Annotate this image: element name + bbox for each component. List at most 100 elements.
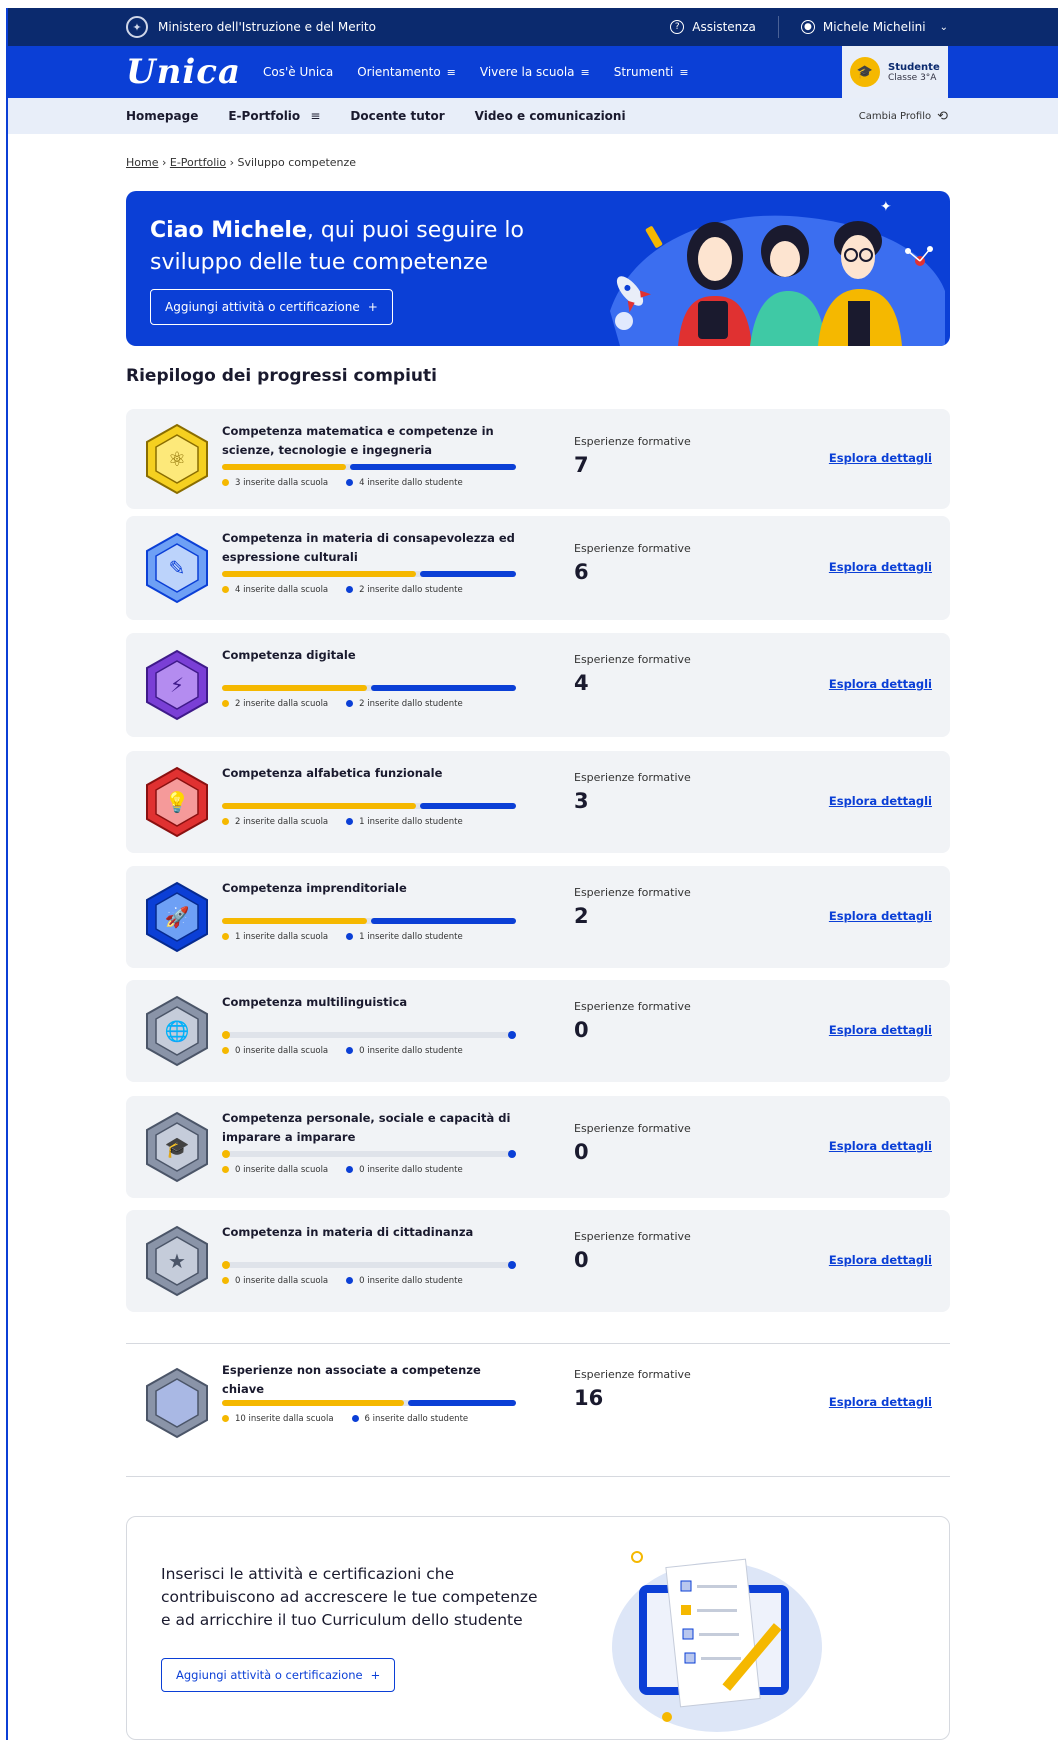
assistance-link[interactable]: ? Assistenza bbox=[670, 20, 756, 34]
add-activity-button-bottom[interactable]: Aggiungi attività o certificazione + bbox=[161, 1658, 396, 1692]
school-dot bbox=[222, 479, 229, 486]
student-dot bbox=[346, 1166, 354, 1173]
explore-details-link[interactable]: Esplora dettagli bbox=[829, 451, 932, 465]
explore-details-link[interactable]: Esplora dettagli bbox=[829, 1023, 932, 1037]
nav-label: Strumenti bbox=[613, 65, 674, 79]
subnav-docente-tutor[interactable]: Docente tutor bbox=[350, 109, 444, 123]
student-count: 2 inserite dallo studente bbox=[359, 699, 463, 709]
experiences-label: Esperienze formative bbox=[574, 1122, 691, 1135]
experiences-label: Esperienze formative bbox=[574, 1000, 691, 1013]
add-activity-text: Inserisci le attività e certificazioni c… bbox=[161, 1565, 538, 1629]
svg-text:⚛: ⚛ bbox=[168, 447, 186, 471]
explore-details-link[interactable]: Esplora dettagli bbox=[829, 1139, 932, 1153]
add-activity-button-hero[interactable]: Aggiungi attività o certificazione + bbox=[150, 289, 393, 325]
easel-icon: ✎ bbox=[146, 532, 208, 604]
school-count: 0 inserite dalla scuola bbox=[235, 1046, 329, 1056]
unica-logo[interactable]: Unica bbox=[126, 52, 241, 92]
competence-name: Competenza in materia di consapevolezza … bbox=[222, 531, 515, 564]
explore-details-link[interactable]: Esplora dettagli bbox=[829, 794, 932, 808]
school-marker bbox=[222, 1150, 230, 1158]
explore-details-link[interactable]: Esplora dettagli bbox=[829, 1253, 932, 1267]
competence-card: ⚛ Competenza matematica e competenze in s… bbox=[126, 409, 950, 509]
profile-class: Classe 3°A bbox=[888, 72, 937, 83]
explore-details-link[interactable]: Esplora dettagli bbox=[829, 1395, 932, 1409]
school-progress bbox=[222, 685, 367, 691]
experiences-label: Esperienze formative bbox=[574, 1368, 691, 1381]
plus-icon: + bbox=[367, 300, 378, 314]
student-marker bbox=[508, 1031, 516, 1039]
page-frame: ✦ Ministero dell'Istruzione e del Merito… bbox=[6, 8, 1058, 1740]
student-legend: 2 inserite dallo studente bbox=[346, 699, 463, 709]
student-progress bbox=[371, 918, 516, 924]
svg-text:🌐: 🌐 bbox=[165, 1019, 190, 1043]
school-dot bbox=[222, 1277, 229, 1284]
breadcrumb-eportfolio[interactable]: E-Portfolio bbox=[170, 156, 226, 169]
explore-details-link[interactable]: Esplora dettagli bbox=[829, 560, 932, 574]
experiences-count: 2 bbox=[574, 904, 589, 928]
user-icon: ● bbox=[800, 20, 815, 34]
progress-legend: 0 inserite dalla scuola 0 inserite dallo … bbox=[222, 1165, 463, 1175]
atom-icon: ⚛ bbox=[146, 423, 208, 495]
add-activity-panel: Inserisci le attività e certificazioni c… bbox=[126, 1516, 950, 1740]
student-dot bbox=[346, 1047, 354, 1054]
republic-emblem-icon: ✦ bbox=[126, 16, 148, 38]
nav-item-cose-unica[interactable]: Cos'è Unica bbox=[263, 65, 333, 79]
student-marker bbox=[508, 1261, 516, 1269]
subnav-homepage[interactable]: Homepage bbox=[126, 109, 198, 123]
student-count: 0 inserite dallo studente bbox=[359, 1046, 463, 1056]
subnav-video-comunicazioni[interactable]: Video e comunicazioni bbox=[475, 109, 626, 123]
school-progress bbox=[222, 571, 416, 577]
summary-title: Riepilogo dei progressi compiuti bbox=[126, 366, 437, 386]
student-count: 4 inserite dallo studente bbox=[359, 478, 463, 488]
school-dot bbox=[222, 933, 229, 940]
explore-details-link[interactable]: Esplora dettagli bbox=[829, 677, 932, 691]
student-count: 1 inserite dallo studente bbox=[359, 932, 463, 942]
school-count: 4 inserite dalla scuola bbox=[235, 585, 329, 595]
school-dot bbox=[222, 1166, 229, 1173]
globe-icon: 🌐 bbox=[146, 995, 208, 1067]
school-dot bbox=[222, 1047, 229, 1054]
ministry-name[interactable]: Ministero dell'Istruzione e del Merito bbox=[158, 20, 376, 34]
explore-details-link[interactable]: Esplora dettagli bbox=[829, 909, 932, 923]
profile-switcher[interactable]: 🎓 Studente Classe 3°A bbox=[842, 46, 948, 98]
hero-title: Ciao Michele, qui puoi seguire lo svilup… bbox=[150, 215, 550, 279]
nav-item-vivere-la-scuola[interactable]: Vivere la scuola ≡ bbox=[480, 65, 590, 79]
student-legend: 1 inserite dallo studente bbox=[346, 817, 463, 827]
student-dot bbox=[346, 1277, 354, 1284]
nav-item-strumenti[interactable]: Strumenti ≡ bbox=[614, 65, 689, 79]
divider bbox=[126, 1343, 950, 1344]
school-legend: 0 inserite dalla scuola bbox=[222, 1276, 328, 1286]
computer-icon: ⚡ bbox=[146, 649, 208, 721]
school-count: 1 inserite dalla scuola bbox=[235, 932, 329, 942]
student-legend: 4 inserite dallo studente bbox=[346, 478, 463, 488]
nav-item-orientamento[interactable]: Orientamento ≡ bbox=[357, 65, 456, 79]
subnav-eportfolio[interactable]: E-Portfolio ≡ bbox=[228, 109, 320, 123]
profile-role: Studente bbox=[888, 61, 940, 73]
progress-legend: 0 inserite dalla scuola 0 inserite dallo … bbox=[222, 1276, 463, 1286]
student-legend: 0 inserite dallo studente bbox=[346, 1276, 463, 1286]
progress-bar bbox=[222, 571, 516, 577]
breadcrumb-home[interactable]: Home bbox=[126, 156, 158, 169]
svg-text:✎: ✎ bbox=[169, 556, 186, 580]
school-marker bbox=[222, 1031, 230, 1039]
student-count: 1 inserite dallo studente bbox=[359, 817, 463, 827]
competence-card: ⚡ Competenza digitale 2 inserite dalla scu… bbox=[126, 633, 950, 737]
change-profile-link[interactable]: Cambia Profilo ⟲ bbox=[859, 109, 948, 124]
student-progress bbox=[371, 685, 516, 691]
user-menu[interactable]: ● Michele Michelini ⌄ bbox=[800, 20, 948, 34]
assistance-label: Assistenza bbox=[692, 20, 756, 34]
hero-banner: Ciao Michele, qui puoi seguire lo svilup… bbox=[126, 191, 950, 346]
progress-bar bbox=[222, 1400, 516, 1406]
competence-card: ✎ Competenza in materia di consapevolezza… bbox=[126, 516, 950, 620]
divider bbox=[126, 1476, 950, 1477]
progress-bar bbox=[222, 803, 516, 809]
student-legend: 0 inserite dallo studente bbox=[346, 1046, 463, 1056]
help-icon: ? bbox=[670, 20, 685, 34]
school-progress bbox=[222, 1400, 404, 1406]
competence-card: 🎓 Competenza personale, sociale e capacit… bbox=[126, 1096, 950, 1198]
experiences-label: Esperienze formative bbox=[574, 1230, 691, 1243]
school-legend: 0 inserite dalla scuola bbox=[222, 1165, 328, 1175]
switch-profile-icon: ⟲ bbox=[937, 108, 948, 124]
menu-icon: ≡ bbox=[310, 109, 321, 123]
student-dot bbox=[346, 933, 354, 940]
